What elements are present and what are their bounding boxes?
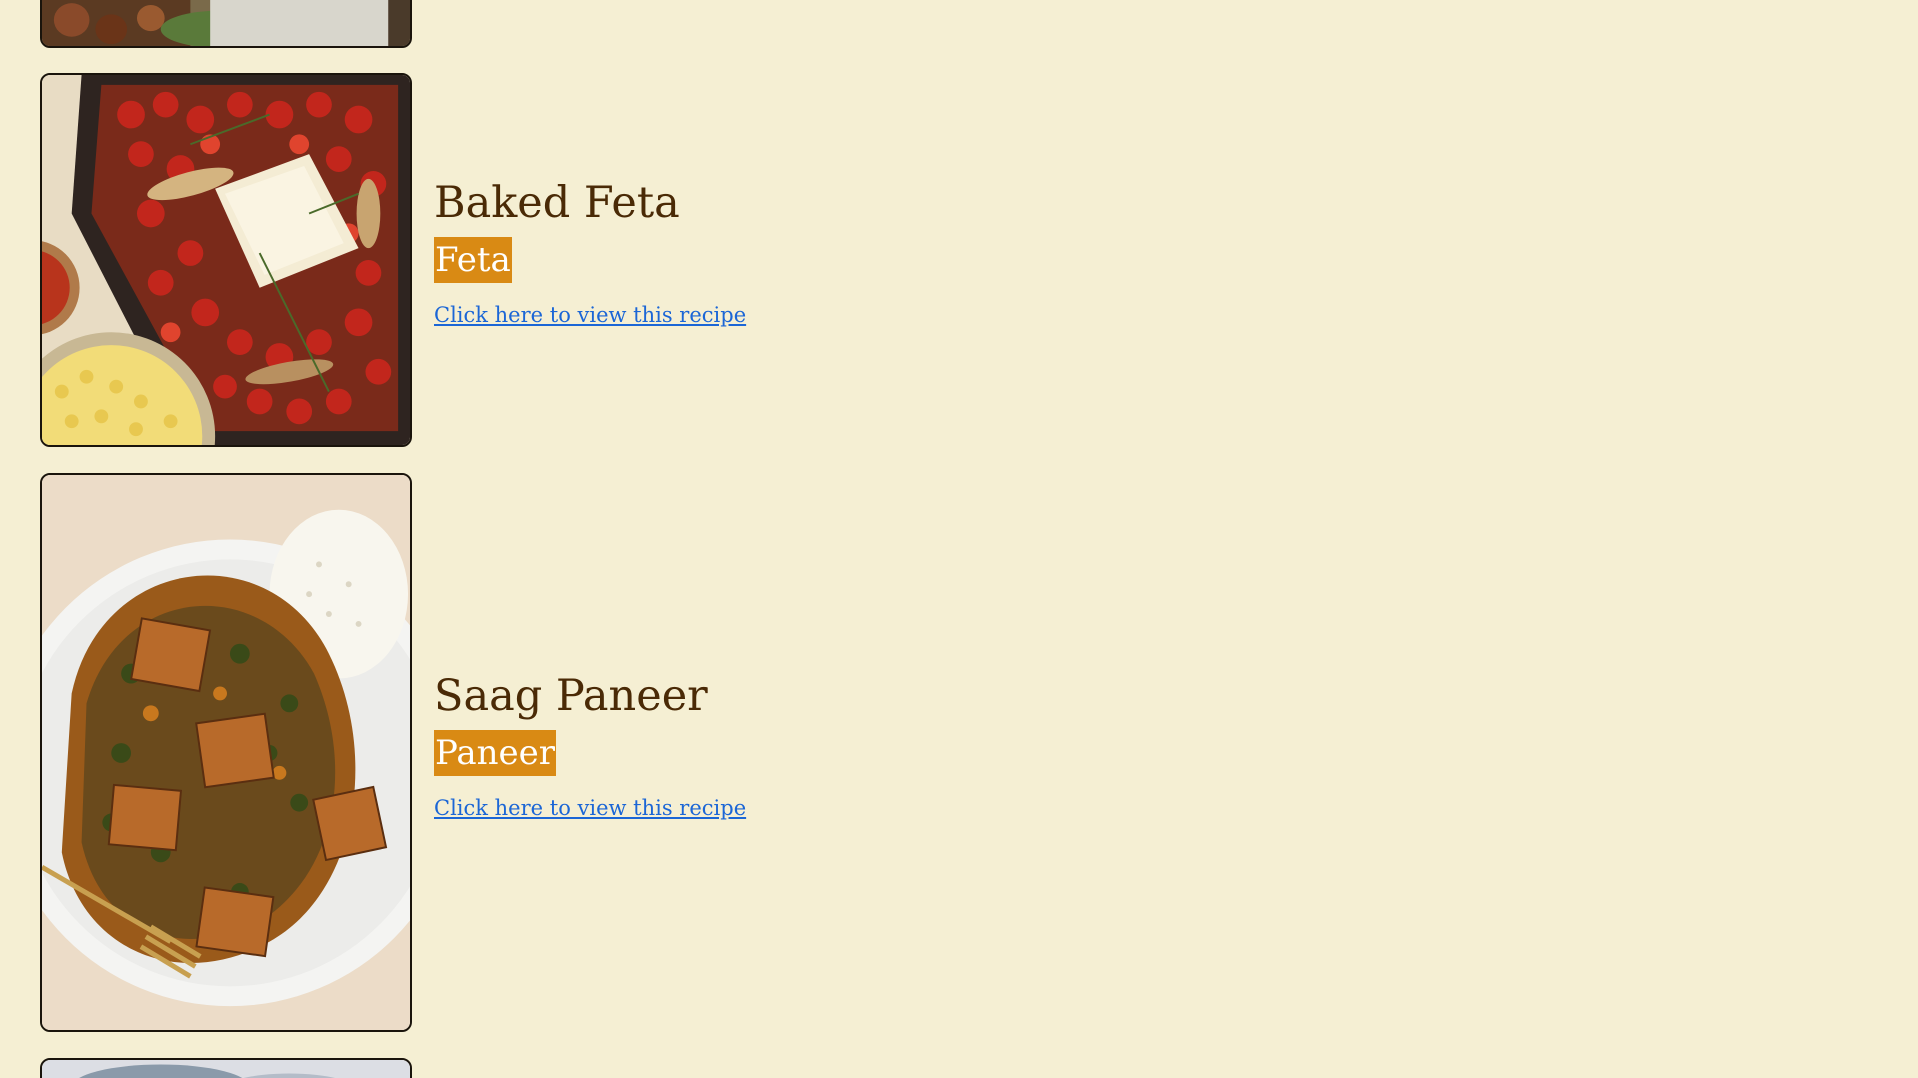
view-recipe-link[interactable]: Click here to view this recipe (434, 303, 746, 327)
ingredient-tag: Feta (434, 237, 512, 284)
recipe-image-baked-feta[interactable] (40, 73, 412, 447)
recipe-title: Baked Feta (434, 178, 680, 228)
recipe-image-partial-top[interactable] (40, 0, 412, 48)
recipe-title: Saag Paneer (434, 671, 708, 721)
recipe-image-saag-paneer[interactable] (40, 473, 412, 1032)
recipe-image-partial-bottom[interactable] (40, 1058, 412, 1078)
recipe-info-saag-paneer: Saag Paneer Paneer Click here to view th… (434, 671, 746, 820)
recipe-info-baked-feta: Baked Feta Feta Click here to view this … (434, 178, 746, 327)
recipe-list: Baked Feta Feta Click here to view this … (0, 0, 1918, 1078)
ingredient-tag: Paneer (434, 730, 557, 777)
view-recipe-link[interactable]: Click here to view this recipe (434, 796, 746, 820)
